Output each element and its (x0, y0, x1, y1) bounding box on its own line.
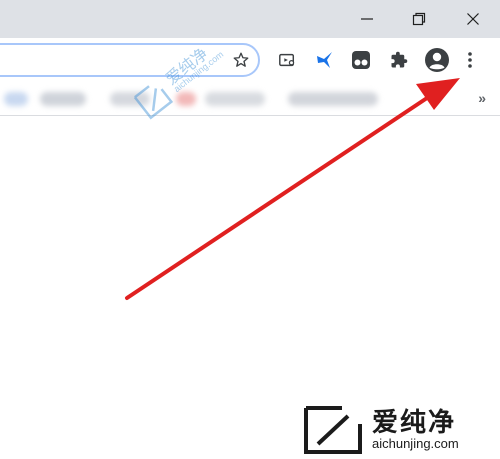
extensions-button[interactable] (388, 49, 410, 71)
watermark-large: 爱纯净 aichunjing.com (300, 400, 500, 459)
media-cast-icon (279, 53, 295, 67)
watermark-en-text: aichunjing.com (372, 436, 459, 451)
bookmarks-overflow-button[interactable]: » (478, 90, 486, 106)
more-menu-button[interactable] (463, 49, 477, 71)
more-menu-icon (468, 52, 472, 68)
close-button[interactable] (450, 0, 496, 38)
bird-extension-button[interactable] (314, 49, 336, 71)
tampermonkey-extension-icon (352, 51, 370, 69)
restore-icon (412, 12, 426, 26)
bookmark-item[interactable] (40, 92, 86, 106)
bookmark-item[interactable] (288, 92, 378, 106)
title-bar (0, 0, 500, 38)
bookmark-item[interactable] (4, 92, 28, 106)
minimize-icon (361, 18, 373, 20)
bird-extension-icon (317, 52, 332, 68)
minimize-button[interactable] (344, 0, 390, 38)
profile-avatar-icon (425, 48, 449, 72)
tampermonkey-extension-button[interactable] (350, 49, 372, 71)
watermark-zh-text: 爱纯净 (372, 407, 457, 437)
watermark-logo-icon (304, 406, 362, 454)
profile-button[interactable] (424, 47, 450, 73)
media-cast-button[interactable] (276, 49, 298, 71)
close-icon (467, 13, 479, 25)
restore-button[interactable] (396, 0, 442, 38)
puzzle-extensions-icon (391, 51, 408, 68)
